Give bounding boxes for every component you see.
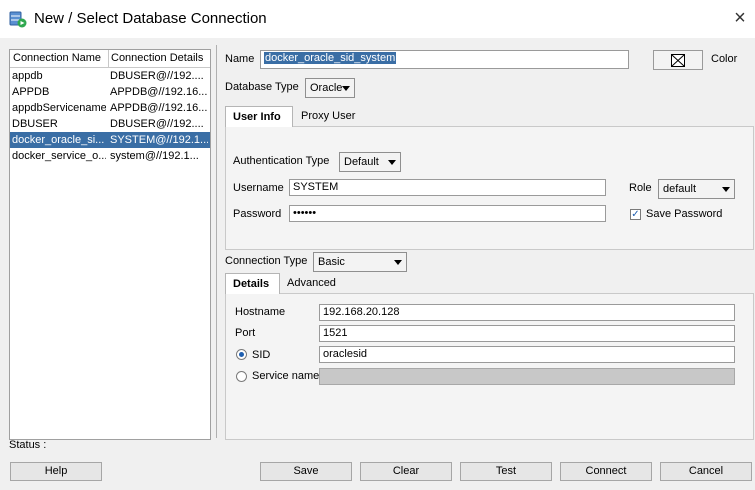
hostname-input[interactable]: 192.168.20.128 xyxy=(319,304,735,321)
close-icon[interactable]: × xyxy=(728,6,752,30)
cancel-button[interactable]: Cancel xyxy=(660,462,752,481)
authentication-type-select[interactable]: Default xyxy=(339,152,401,172)
sid-input[interactable]: oraclesid xyxy=(319,346,735,363)
connection-details-cell: system@//192.1... xyxy=(110,150,199,162)
connection-name-cell: appdb xyxy=(12,70,43,82)
tab-proxy-user[interactable]: Proxy User xyxy=(294,106,362,127)
role-value: default xyxy=(663,183,697,195)
connection-name-cell: docker_oracle_si... xyxy=(12,134,105,146)
save-button[interactable]: Save xyxy=(260,462,352,481)
role-label: Role xyxy=(629,182,652,194)
no-color-icon xyxy=(671,54,685,67)
password-input[interactable]: •••••• xyxy=(289,205,606,222)
connection-details-cell: DBUSER@//192.... xyxy=(110,118,204,130)
chevron-down-icon xyxy=(388,160,396,165)
tab-details[interactable]: Details xyxy=(225,273,280,294)
connection-type-label: Connection Type xyxy=(225,255,308,267)
authentication-type-label: Authentication Type xyxy=(233,155,330,167)
connection-type-select[interactable]: Basic xyxy=(313,252,407,272)
window-title: New / Select Database Connection xyxy=(34,10,267,27)
save-password-checkbox[interactable]: ✓ xyxy=(630,209,641,220)
connection-name-cell: appdbServicename xyxy=(12,102,106,114)
sid-label: SID xyxy=(252,349,271,361)
database-type-value: Oracle xyxy=(310,82,343,94)
chevron-down-icon xyxy=(722,187,730,192)
connection-row[interactable]: DBUSER DBUSER@//192.... xyxy=(10,116,210,132)
connection-name-cell: APPDB xyxy=(12,86,50,98)
connection-list-header: Connection Name Connection Details xyxy=(10,50,210,68)
clear-button[interactable]: Clear xyxy=(360,462,452,481)
color-label: Color xyxy=(711,53,738,65)
connect-button[interactable]: Connect xyxy=(560,462,652,481)
name-value: docker_oracle_sid_system xyxy=(264,52,397,64)
database-type-select[interactable]: Oracle xyxy=(305,78,355,98)
column-header-connection-details[interactable]: Connection Details xyxy=(111,52,203,64)
port-input[interactable]: 1521 xyxy=(319,325,735,342)
password-label: Password xyxy=(233,208,282,220)
connection-row[interactable]: appdbServicename APPDB@//192.16... xyxy=(10,100,210,116)
hostname-label: Hostname xyxy=(235,306,286,318)
connection-details-cell: DBUSER@//192.... xyxy=(110,70,204,82)
tab-user-info[interactable]: User Info xyxy=(225,106,293,127)
authentication-type-value: Default xyxy=(344,156,379,168)
connection-details-cell: APPDB@//192.16... xyxy=(110,86,208,98)
save-password-label: Save Password xyxy=(646,208,723,220)
database-connect-icon xyxy=(9,10,27,28)
service-name-radio[interactable] xyxy=(236,371,247,382)
connection-name-cell: docker_service_o... xyxy=(12,150,106,162)
connection-row[interactable]: appdb DBUSER@//192.... xyxy=(10,68,210,84)
connection-name-cell: DBUSER xyxy=(12,118,58,130)
service-name-label: Service name xyxy=(252,370,320,382)
status-label: Status : xyxy=(9,439,47,451)
connection-details-cell: SYSTEM@//192.1... xyxy=(110,134,208,146)
help-button[interactable]: Help xyxy=(10,462,102,481)
name-input[interactable]: docker_oracle_sid_system xyxy=(260,50,629,69)
username-input[interactable]: SYSTEM xyxy=(289,179,606,196)
connection-details-cell: APPDB@//192.16... xyxy=(110,102,208,114)
role-select[interactable]: default xyxy=(658,179,735,199)
database-type-label: Database Type xyxy=(225,81,299,93)
column-header-connection-name[interactable]: Connection Name xyxy=(13,52,101,64)
connection-row[interactable]: APPDB APPDB@//192.16... xyxy=(10,84,210,100)
column-divider[interactable] xyxy=(108,50,109,67)
connection-list[interactable]: Connection Name Connection Details appdb… xyxy=(9,49,211,440)
connection-type-value: Basic xyxy=(318,256,345,268)
chevron-down-icon xyxy=(394,260,402,265)
connection-row[interactable]: docker_oracle_si... SYSTEM@//192.1... xyxy=(10,132,210,148)
color-button[interactable] xyxy=(653,50,703,70)
name-label: Name xyxy=(225,53,255,65)
port-label: Port xyxy=(235,327,256,339)
username-label: Username xyxy=(233,182,284,194)
test-button[interactable]: Test xyxy=(460,462,552,481)
split-divider[interactable] xyxy=(216,45,217,438)
sid-radio[interactable] xyxy=(236,349,247,360)
chevron-down-icon xyxy=(342,86,350,91)
connection-row[interactable]: docker_service_o... system@//192.1... xyxy=(10,148,210,164)
service-name-input xyxy=(319,368,735,385)
tab-advanced[interactable]: Advanced xyxy=(280,273,343,294)
